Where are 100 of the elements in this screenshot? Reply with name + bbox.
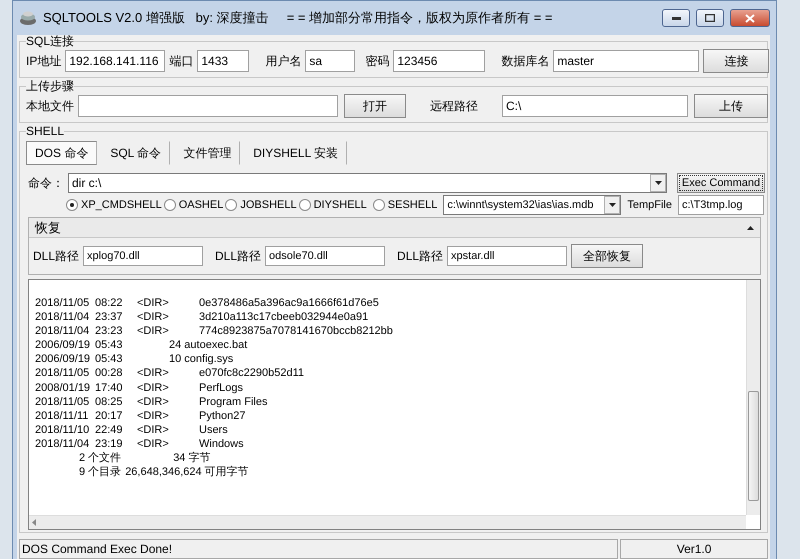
output-text: 9 个目录 (79, 465, 122, 480)
tab[interactable]: SQL 命令 (101, 141, 170, 165)
input-field[interactable]: xplog70.dll (83, 246, 204, 266)
field-label: DLL路径 (33, 248, 80, 264)
scroll-thumb[interactable] (748, 391, 759, 501)
input-field[interactable] (78, 95, 338, 117)
maximize-icon (705, 14, 715, 22)
vertical-scrollbar[interactable] (746, 280, 760, 515)
output-text: 24 autoexec.bat (169, 338, 248, 352)
command-label: 命令： (28, 174, 64, 192)
minimize-button[interactable] (662, 9, 690, 27)
version-label: Ver1.0 (620, 539, 768, 559)
input-field[interactable]: 1433 (197, 50, 250, 72)
output-text: <DIR> (137, 436, 170, 452)
output-text: PerfLogs (199, 380, 244, 395)
radio-button[interactable]: SESHELL (372, 199, 438, 211)
output-text: <DIR> (137, 394, 170, 409)
group-title: SHELL (26, 125, 64, 137)
output-text: 20:17 (95, 408, 124, 423)
output-text: <DIR> (137, 422, 170, 437)
output-text: Windows (199, 436, 245, 452)
output-text: 23:19 (95, 436, 124, 452)
collapse-icon (747, 226, 754, 230)
output-text: <DIR> (137, 380, 170, 395)
minimize-icon (672, 16, 680, 20)
close-icon (745, 14, 755, 22)
command-field[interactable]: dir c:\ (68, 173, 667, 193)
group-title: 上传步骤 (26, 80, 74, 92)
upload-button[interactable]: 上传 (694, 94, 768, 118)
output-text: 34 字节 (173, 451, 210, 466)
output-text: 2 个文件 (79, 451, 122, 466)
input-field[interactable]: sa (305, 50, 356, 72)
dropdown-button[interactable] (604, 196, 620, 214)
restore-header[interactable]: 恢复 (29, 218, 760, 238)
caret-icon (654, 181, 662, 185)
output-text: 2018/11/05 (35, 366, 90, 381)
exec-command-button[interactable]: Exec Command (677, 173, 765, 193)
output-text: 2018/11/11 (35, 408, 90, 423)
field-label: TempFile (627, 199, 672, 211)
input-field[interactable]: 192.168.141.116 (65, 50, 166, 72)
output-text: 26,648,346,624 可用字节 (125, 465, 249, 480)
tab[interactable]: 文件管理 (174, 141, 240, 165)
field-label: 用户名 (265, 52, 302, 70)
output-text: 2018/11/05 (35, 296, 90, 310)
input-field[interactable]: 123456 (393, 50, 486, 72)
radio-button[interactable]: JOBSHELL (225, 199, 297, 211)
output-text: Program Files (199, 394, 268, 409)
radio-button[interactable]: XP_CMDSHELL (66, 199, 162, 211)
output-text: <DIR> (137, 296, 170, 310)
output-text: 2018/11/05 (35, 394, 90, 409)
open-button[interactable]: 打开 (344, 94, 406, 118)
output-text: Users (199, 422, 229, 437)
input-field[interactable]: c:\T3tmp.log (678, 195, 764, 215)
output-text: 10 config.sys (169, 352, 234, 366)
output-text: 774c8923875a7078141670bccb8212bb (199, 324, 394, 338)
output-text: 00:28 (95, 366, 124, 381)
output-text: <DIR> (137, 310, 170, 324)
database-path-field[interactable]: c:\winnt\system32\ias\ias.mdb (443, 195, 622, 215)
output-text: 2006/09/19 (35, 338, 92, 352)
output-text: 2008/01/19 (35, 380, 92, 395)
output-text: 2018/11/04 (35, 436, 90, 452)
output-text: 3d210a113c17cbeeb032944e0a91 (199, 310, 370, 324)
window-title: SQLTOOLS V2.0 增强版 by: 深度撞击 = = 增加部分常用指令，版权为原作者所有 = = (43, 9, 554, 27)
connect-button[interactable]: 连接 (703, 49, 770, 73)
field-label: DLL路径 (397, 248, 444, 264)
dropdown-button[interactable] (650, 174, 666, 192)
field-label: 本地文件 (26, 98, 74, 114)
input-field[interactable]: master (553, 50, 700, 72)
tab[interactable]: DIYSHELL 安装 (244, 141, 348, 165)
output-text: 22:49 (95, 422, 124, 437)
input-field[interactable]: C:\ (502, 95, 688, 117)
output-text: 2006/09/19 (35, 352, 92, 366)
horizontal-scrollbar[interactable] (29, 515, 746, 529)
output-text: <DIR> (137, 366, 170, 381)
output-text: 2018/11/04 (35, 324, 90, 338)
input-field[interactable]: odsole70.dll (265, 246, 386, 266)
tab[interactable]: DOS 命令 (26, 141, 98, 165)
radio-button[interactable]: DIYSHELL (298, 199, 367, 211)
radio-button[interactable]: OASHEL (164, 199, 224, 211)
output-text: 05:43 (95, 338, 124, 352)
output-text: 23:23 (95, 324, 124, 338)
app-icon (19, 10, 37, 26)
close-button[interactable] (730, 9, 770, 27)
caret-icon (608, 203, 616, 207)
maximize-button[interactable] (696, 9, 724, 27)
field-label: 端口 (169, 52, 194, 70)
group-title: SQL连接 (26, 35, 74, 47)
output-text: <DIR> (137, 324, 170, 338)
restore-all-button[interactable]: 全部恢复 (571, 244, 644, 268)
status-message: DOS Command Exec Done! (19, 539, 618, 559)
output-text: 08:22 (95, 296, 124, 310)
field-label: DLL路径 (215, 248, 262, 264)
output-text: 0e378486a5a396ac9a1666f61d76e5 (199, 296, 380, 310)
field-label: 远程路径 (430, 98, 478, 114)
output-text: 23:37 (95, 310, 124, 324)
output-text: 08:25 (95, 394, 124, 409)
scroll-left-icon[interactable] (32, 519, 36, 526)
input-field[interactable]: xpstar.dll (447, 246, 568, 266)
output-text: 2018/11/04 (35, 310, 90, 324)
output-text: <DIR> (137, 408, 170, 423)
